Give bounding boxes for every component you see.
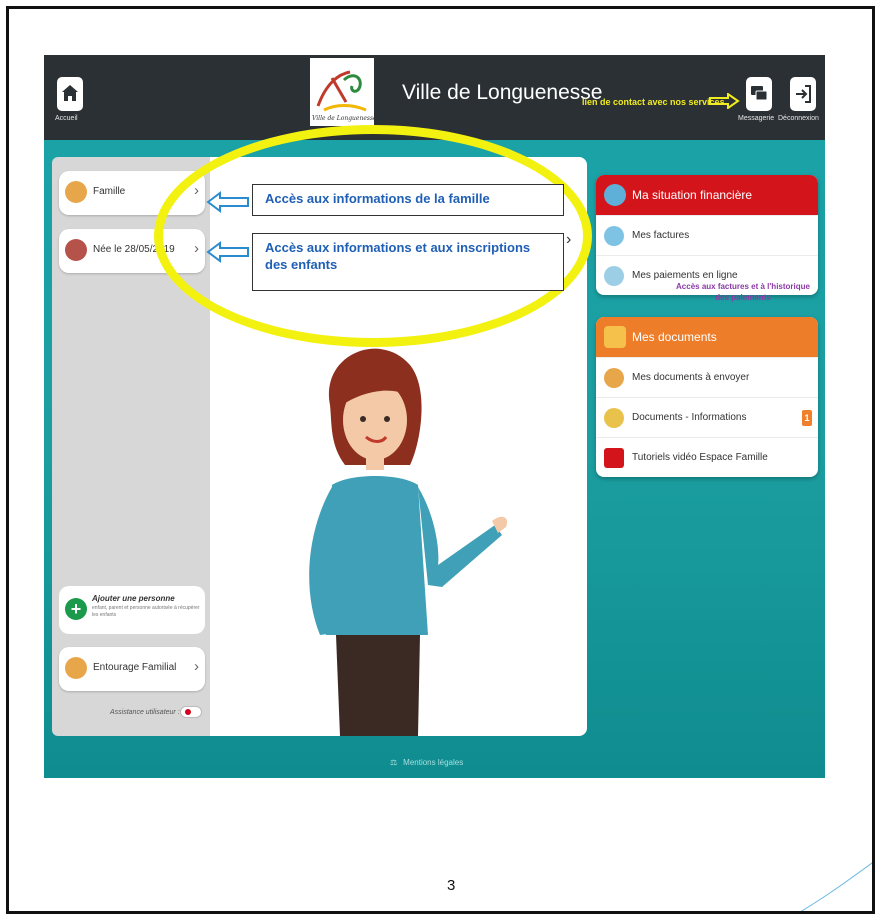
illustration-woman <box>309 348 508 736</box>
assistance-label: Assistance utilisateur : <box>110 709 180 716</box>
documents-card-header[interactable]: Mes documents <box>596 317 818 357</box>
logo-text: Ville de Longuenesse <box>312 115 377 122</box>
video-play-icon <box>604 448 624 468</box>
family-avatar-icon <box>65 181 87 203</box>
documents-card-title: Mes documents <box>632 330 717 344</box>
sidebar-item-label: Entourage Familial <box>93 662 177 673</box>
blue-arrow-left-icon <box>206 191 249 213</box>
online-payments-label: Mes paiements en ligne <box>632 270 738 281</box>
documents-to-send-item[interactable]: Mes documents à envoyer <box>596 357 818 397</box>
annotation-enfants: Accès aux informations et aux inscriptio… <box>252 233 564 291</box>
documents-card: Mes documents Mes documents à envoyer Do… <box>596 317 818 477</box>
documents-count-badge: 1 <box>802 410 812 426</box>
add-person-title: Ajouter une personne <box>92 594 175 603</box>
add-person-button[interactable]: + Ajouter une personne enfant, parent et… <box>59 586 205 634</box>
finance-card-header[interactable]: Ma situation financière <box>596 175 818 215</box>
top-bar: Accueil Ville de Longuenesse Ville de Lo… <box>44 55 825 140</box>
home-label: Accueil <box>55 115 78 122</box>
finance-icon <box>604 184 626 206</box>
video-tutorials-label: Tutoriels vidéo Espace Famille <box>632 452 768 463</box>
logout-button[interactable] <box>790 77 816 111</box>
documents-to-send-label: Mes documents à envoyer <box>632 372 750 383</box>
logout-icon <box>796 85 811 103</box>
page-number: 3 <box>447 877 456 894</box>
logout-label: Déconnexion <box>778 115 819 122</box>
legal-notice-label: Mentions légales <box>403 758 464 767</box>
city-title: Ville de Longuenesse <box>402 81 603 104</box>
home-icon <box>62 85 78 101</box>
scale-icon: ⚖ <box>390 758 398 767</box>
sidebar-item-label: Famille <box>93 186 126 197</box>
child-avatar-icon <box>65 239 87 261</box>
contact-annotation: lien de contact avec nos services <box>582 97 725 107</box>
documents-info-label: Documents - Informations <box>632 412 747 423</box>
video-tutorials-item[interactable]: Tutoriels vidéo Espace Famille <box>596 437 818 477</box>
app-screenshot: Accueil Ville de Longuenesse Ville de Lo… <box>44 55 825 778</box>
legal-notice-link[interactable]: ⚖ Mentions légales <box>390 758 463 767</box>
blue-arrow-left-icon <box>206 241 249 263</box>
payment-icon <box>604 266 624 286</box>
messaging-icon <box>751 86 768 101</box>
info-document-icon <box>604 408 624 428</box>
finance-card: Ma situation financière Mes factures Mes… <box>596 175 818 295</box>
city-logo: Ville de Longuenesse <box>310 58 377 126</box>
add-person-description: enfant, parent et personne autorisée à r… <box>92 605 200 618</box>
plus-icon: + <box>65 598 87 620</box>
assistance-toggle[interactable] <box>180 706 202 718</box>
invoice-icon <box>604 226 624 246</box>
yellow-arrow-icon <box>709 93 740 109</box>
messaging-button[interactable] <box>746 77 772 111</box>
decorative-line <box>800 862 872 911</box>
chevron-right-icon: › <box>566 231 572 248</box>
entourage-avatar-icon <box>65 657 87 679</box>
sidebar-item-entourage[interactable]: Entourage Familial › <box>59 647 205 691</box>
finance-card-title: Ma situation financière <box>632 188 753 202</box>
chevron-right-icon: › <box>194 658 199 675</box>
home-button[interactable] <box>57 77 83 111</box>
upload-document-icon <box>604 368 624 388</box>
toggle-dot <box>185 709 191 715</box>
invoices-annotation: Accès aux factures et à l'historique des… <box>676 282 810 302</box>
messaging-label: Messagerie <box>738 115 775 122</box>
invoices-item[interactable]: Mes factures <box>596 215 818 255</box>
annotation-famille: Accès aux informations de la famille <box>252 184 564 216</box>
documents-icon <box>604 326 626 348</box>
invoices-label: Mes factures <box>632 230 690 241</box>
documents-info-item[interactable]: Documents - Informations 1 <box>596 397 818 437</box>
document-page: Accueil Ville de Longuenesse Ville de Lo… <box>6 6 875 914</box>
